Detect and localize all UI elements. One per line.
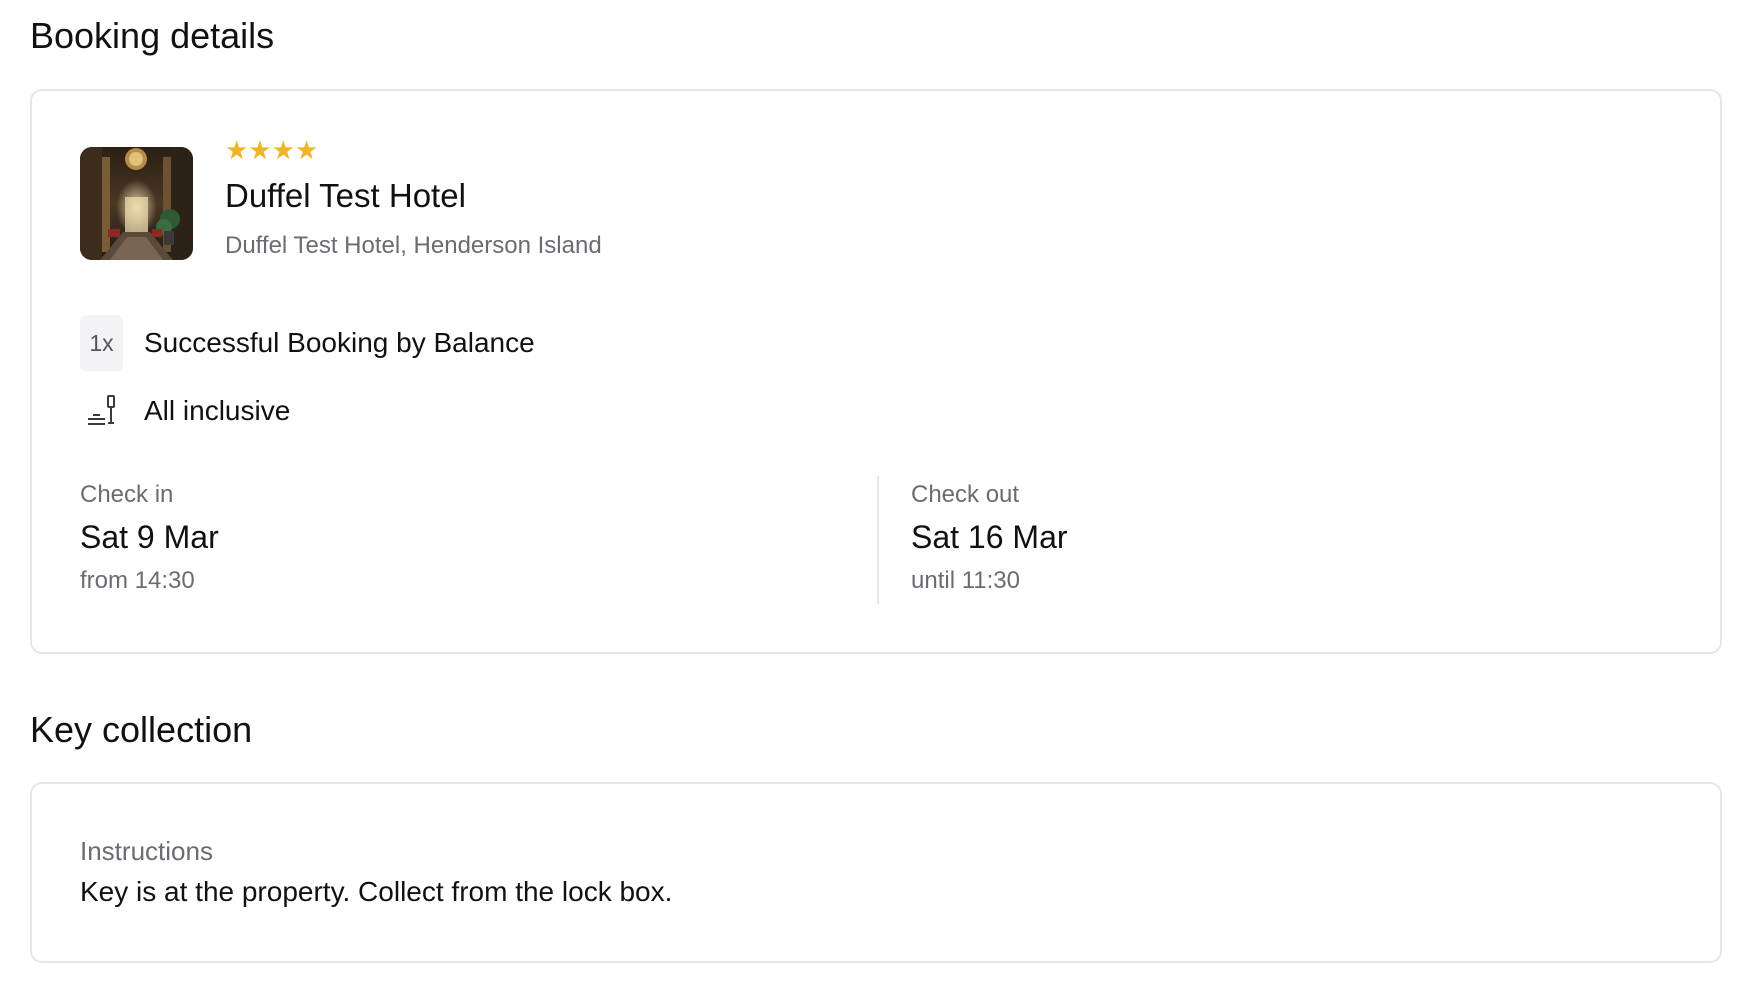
room-quantity-badge: 1x	[80, 315, 123, 371]
hotel-address: Duffel Test Hotel, Henderson Island	[225, 232, 602, 259]
check-out-date: Sat 16 Mar	[911, 519, 1068, 555]
instructions-label: Instructions	[80, 836, 213, 866]
room-row: 1x Successful Booking by Balance	[80, 315, 535, 371]
check-in-date: Sat 9 Mar	[80, 519, 219, 555]
dining-icon	[80, 383, 123, 439]
board-type-label: All inclusive	[144, 395, 291, 426]
hotel-image	[80, 147, 193, 260]
room-name: Successful Booking by Balance	[144, 327, 535, 358]
check-in-section: Check in Sat 9 Mar from 14:30	[80, 483, 219, 593]
board-type-row: All inclusive	[80, 383, 290, 439]
key-collection-title: Key collection	[30, 709, 253, 750]
check-in-label: Check in	[80, 481, 174, 508]
check-out-section: Check out Sat 16 Mar until 11:30	[911, 483, 1068, 593]
instructions-text: Key is at the property. Collect from the…	[80, 876, 673, 907]
date-divider	[877, 476, 879, 604]
check-out-time: until 11:30	[911, 567, 1020, 594]
booking-details-title: Booking details	[30, 15, 275, 56]
booking-details-card: ★★★★ Duffel Test Hotel Duffel Test Hotel…	[30, 89, 1722, 654]
check-in-time: from 14:30	[80, 567, 195, 594]
star-rating: ★★★★	[225, 135, 319, 165]
key-collection-card: Instructions Key is at the property. Col…	[30, 782, 1722, 963]
check-out-label: Check out	[911, 481, 1020, 508]
hotel-name: Duffel Test Hotel	[225, 177, 466, 214]
